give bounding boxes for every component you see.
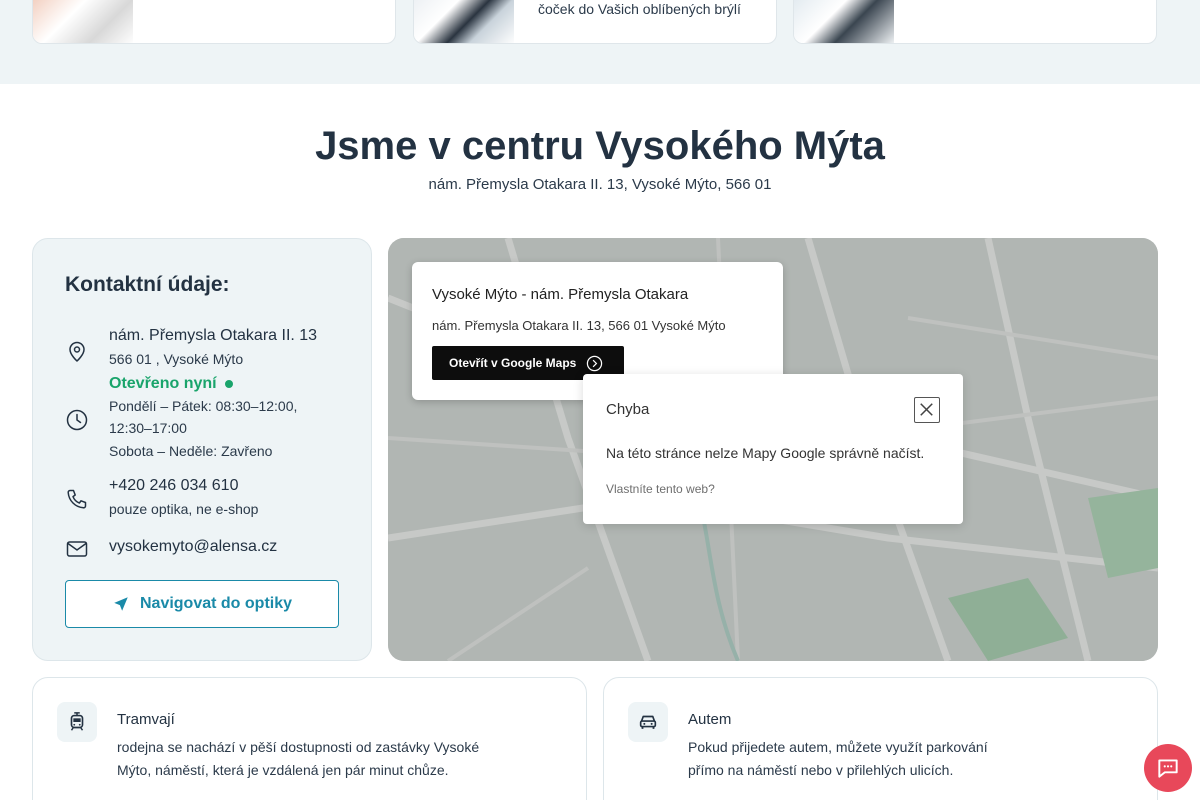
street-address: nám. Přemysla Otakara II. 13 [109,327,318,344]
chevron-right-circle-icon [587,355,603,371]
service-card[interactable]: čoček do Vašich oblíbených brýlí [413,0,777,44]
phone-note: pouze optika, ne e-shop [109,501,259,517]
map-pin-icon [69,341,85,363]
transport-description: Pokud přijedete autem, můžete využít par… [688,739,988,778]
map-error-title: Chyba [606,401,650,418]
transport-description: rodejna se nachází v pěší dostupnosti od… [117,739,480,778]
open-indicator-dot [224,379,233,388]
chat-bubble-icon [1158,759,1178,778]
clock-icon [66,409,88,431]
phone-icon [67,489,87,509]
navigation-arrow-icon [114,597,128,611]
hours-weekend: Sobota – Neděle: Zavřeno [109,443,273,459]
envelope-icon [66,541,88,557]
map-error-dialog: Chyba Na této stránce nelze Mapy Google … [583,374,963,524]
navigate-button[interactable]: Navigovat do optiky [65,580,339,628]
map-error-link[interactable]: Vlastníte tento web? [606,482,715,496]
service-card[interactable] [793,0,1157,44]
phone-row: +420 246 034 610 pouze optika, ne e-shop [65,477,345,521]
location-address: nám. Přemysla Otakara II. 13, Vysoké Mýt… [428,176,772,193]
contact-title: Kontaktní údaje: [65,273,230,296]
open-status: Otevřeno nyní [109,375,349,393]
city-address: 566 01 , Vysoké Mýto [109,351,244,367]
phone-number[interactable]: +420 246 034 610 [109,477,349,495]
service-card[interactable] [32,0,396,44]
location-heading: Jsme v centru Vysokého Mýta [315,124,885,168]
open-google-maps-label: Otevřít v Google Maps [449,356,577,370]
navigate-label: Navigovat do optiky [139,595,293,612]
top-strip: čoček do Vašich oblíbených brýlí [0,0,1200,84]
contact-card: Kontaktní údaje: nám. Přemysla Otakara I… [32,238,372,661]
email-row: vysokemyto@alensa.cz [65,537,345,561]
car-icon [628,702,668,742]
close-icon [920,403,933,416]
transport-title: Tramvají [117,711,175,728]
transport-card-car: Autem Pokud přijedete autem, můžete využ… [603,677,1158,800]
email-link[interactable]: vysokemyto@alensa.cz [109,538,349,556]
transport-title: Autem [688,711,732,728]
chat-button[interactable] [1144,744,1192,792]
tram-icon [57,702,97,742]
map-info-title: Vysoké Mýto - nám. Přemysla Otakara [432,286,689,303]
map-embed[interactable]: Vysoké Mýto - nám. Přemysla Otakara nám.… [388,238,1158,661]
transport-card-tram: Tramvají rodejna se nachází v pěší dostu… [32,677,587,800]
address-row: nám. Přemysla Otakara II. 13 566 01 , Vy… [65,327,345,367]
service-caption: čoček do Vašich oblíbených brýlí [538,1,741,17]
map-error-message: Na této stránce nelze Mapy Google správn… [606,445,925,461]
map-info-address: nám. Přemysla Otakara II. 13, 566 01 Vys… [432,318,726,333]
service-thumbnail [794,0,894,43]
hours-weekdays: Pondělí – Pátek: 08:30–12:00, 12:30–17:0… [109,398,298,436]
hours-row: Otevřeno nyní Pondělí – Pátek: 08:30–12:… [65,375,345,465]
service-thumbnail [414,0,514,43]
service-thumbnail [33,0,133,43]
close-button[interactable] [914,397,940,423]
